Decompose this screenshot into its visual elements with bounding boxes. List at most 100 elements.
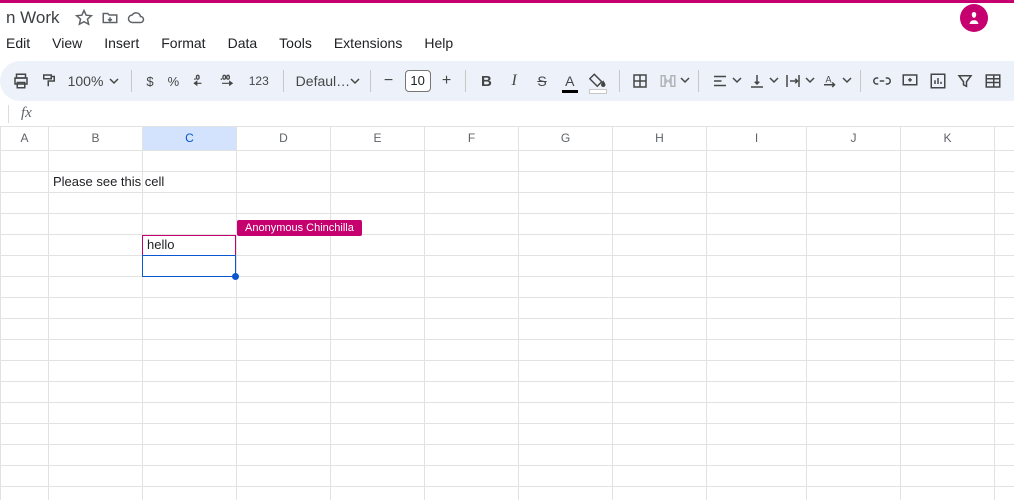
column-header-I[interactable]: I bbox=[707, 127, 807, 150]
cell-J2[interactable] bbox=[807, 171, 901, 192]
cell-F8[interactable] bbox=[425, 297, 519, 318]
cell-J12[interactable] bbox=[807, 381, 901, 402]
column-header-D[interactable]: D bbox=[237, 127, 331, 150]
cell-J1[interactable] bbox=[807, 150, 901, 171]
cell-H11[interactable] bbox=[613, 360, 707, 381]
cell-C8[interactable] bbox=[143, 297, 237, 318]
selection-fill-handle[interactable] bbox=[232, 273, 239, 280]
menu-help[interactable]: Help bbox=[422, 33, 455, 53]
cell-C10[interactable] bbox=[143, 339, 237, 360]
cell-G8[interactable] bbox=[519, 297, 613, 318]
cell-B16[interactable] bbox=[49, 465, 143, 486]
cell-D2[interactable] bbox=[237, 171, 331, 192]
cell-B1[interactable] bbox=[49, 150, 143, 171]
cell-B9[interactable] bbox=[49, 318, 143, 339]
cell-B14[interactable] bbox=[49, 423, 143, 444]
cell-F14[interactable] bbox=[425, 423, 519, 444]
column-header-F[interactable]: F bbox=[425, 127, 519, 150]
caret-down-icon[interactable] bbox=[805, 72, 815, 90]
cell-C7[interactable] bbox=[143, 276, 237, 297]
decrease-decimal-icon[interactable]: .0 bbox=[187, 67, 213, 95]
cell-D11[interactable] bbox=[237, 360, 331, 381]
cell-I15[interactable] bbox=[707, 444, 807, 465]
cell-J17[interactable] bbox=[807, 486, 901, 500]
cell-stub[interactable] bbox=[995, 381, 1014, 402]
menu-extensions[interactable]: Extensions bbox=[332, 33, 404, 53]
column-header-A[interactable]: A bbox=[1, 127, 49, 150]
font-size-input[interactable]: 10 bbox=[405, 70, 431, 92]
anonymous-avatar[interactable] bbox=[960, 4, 988, 32]
cell-I14[interactable] bbox=[707, 423, 807, 444]
cell-J4[interactable] bbox=[807, 213, 901, 234]
cell-E8[interactable] bbox=[331, 297, 425, 318]
cell-K3[interactable] bbox=[901, 192, 995, 213]
cell-K10[interactable] bbox=[901, 339, 995, 360]
cell-E14[interactable] bbox=[331, 423, 425, 444]
cell-H13[interactable] bbox=[613, 402, 707, 423]
cell-G10[interactable] bbox=[519, 339, 613, 360]
cell-H10[interactable] bbox=[613, 339, 707, 360]
cell-E2[interactable] bbox=[331, 171, 425, 192]
cell-stub[interactable] bbox=[995, 423, 1014, 444]
cell-I1[interactable] bbox=[707, 150, 807, 171]
cell-F4[interactable] bbox=[425, 213, 519, 234]
cell-B17[interactable] bbox=[49, 486, 143, 500]
cell-E7[interactable] bbox=[331, 276, 425, 297]
cell-H8[interactable] bbox=[613, 297, 707, 318]
cell-F11[interactable] bbox=[425, 360, 519, 381]
cell-I7[interactable] bbox=[707, 276, 807, 297]
cell-K7[interactable] bbox=[901, 276, 995, 297]
cell-E5[interactable] bbox=[331, 234, 425, 255]
cell-J15[interactable] bbox=[807, 444, 901, 465]
cell-B13[interactable] bbox=[49, 402, 143, 423]
cell-A9[interactable] bbox=[1, 318, 49, 339]
caret-down-icon[interactable] bbox=[842, 72, 852, 90]
cell-D13[interactable] bbox=[237, 402, 331, 423]
caret-down-icon[interactable] bbox=[732, 72, 742, 90]
currency-button[interactable]: $ bbox=[140, 74, 159, 89]
cell-I13[interactable] bbox=[707, 402, 807, 423]
cell-J9[interactable] bbox=[807, 318, 901, 339]
italic-button[interactable]: I bbox=[501, 67, 527, 95]
cell-J16[interactable] bbox=[807, 465, 901, 486]
merge-cells-button[interactable] bbox=[655, 67, 681, 95]
column-header-E[interactable]: E bbox=[331, 127, 425, 150]
column-header-K[interactable]: K bbox=[901, 127, 995, 150]
strikethrough-button[interactable]: S bbox=[529, 67, 555, 95]
cell-B11[interactable] bbox=[49, 360, 143, 381]
caret-down-icon[interactable] bbox=[680, 72, 690, 90]
cell-D9[interactable] bbox=[237, 318, 331, 339]
cell-C5[interactable]: hello bbox=[143, 234, 237, 255]
cell-F1[interactable] bbox=[425, 150, 519, 171]
cell-stub[interactable] bbox=[995, 444, 1014, 465]
cell-G16[interactable] bbox=[519, 465, 613, 486]
text-wrap-button[interactable] bbox=[781, 67, 807, 95]
cell-D10[interactable] bbox=[237, 339, 331, 360]
cell-I6[interactable] bbox=[707, 255, 807, 276]
cell-G6[interactable] bbox=[519, 255, 613, 276]
cell-I8[interactable] bbox=[707, 297, 807, 318]
cell-C17[interactable] bbox=[143, 486, 237, 500]
cell-D15[interactable] bbox=[237, 444, 331, 465]
cell-D16[interactable] bbox=[237, 465, 331, 486]
cell-A16[interactable] bbox=[1, 465, 49, 486]
insert-chart-icon[interactable] bbox=[925, 67, 951, 95]
star-icon[interactable] bbox=[74, 8, 94, 28]
paint-format-icon[interactable] bbox=[36, 67, 62, 95]
cell-K11[interactable] bbox=[901, 360, 995, 381]
cell-B7[interactable] bbox=[49, 276, 143, 297]
cell-F9[interactable] bbox=[425, 318, 519, 339]
cell-F10[interactable] bbox=[425, 339, 519, 360]
cell-A10[interactable] bbox=[1, 339, 49, 360]
cloud-status-icon[interactable] bbox=[126, 8, 146, 28]
cell-B6[interactable] bbox=[49, 255, 143, 276]
number-format-123-button[interactable]: 123 bbox=[243, 74, 275, 88]
menu-tools[interactable]: Tools bbox=[277, 33, 314, 53]
cell-D17[interactable] bbox=[237, 486, 331, 500]
cell-H16[interactable] bbox=[613, 465, 707, 486]
cell-E1[interactable] bbox=[331, 150, 425, 171]
menu-format[interactable]: Format bbox=[159, 33, 207, 53]
cell-D12[interactable] bbox=[237, 381, 331, 402]
cell-H17[interactable] bbox=[613, 486, 707, 500]
cell-G15[interactable] bbox=[519, 444, 613, 465]
